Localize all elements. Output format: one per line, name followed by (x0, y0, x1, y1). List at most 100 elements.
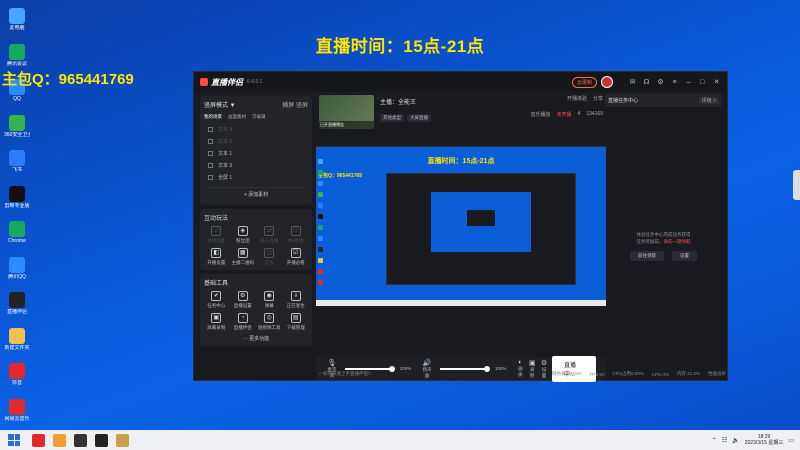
network-icon[interactable]: ☷ (722, 437, 727, 444)
stream-tag[interactable]: 其他类型 (380, 114, 404, 122)
task-message-line: 体验任务中心完成任务获得 (636, 232, 691, 237)
portrait-toggle[interactable]: 竖屏 (296, 103, 308, 109)
add-source-button[interactable]: + 添加素材 (204, 187, 308, 201)
interact-title: 互动玩法 (204, 216, 229, 222)
tool-item[interactable]: ◎ 短视频工具 (257, 313, 282, 331)
tab-material[interactable]: 画面素材 (228, 114, 246, 120)
interact-item[interactable]: ▦ 主播二维码 (231, 248, 256, 266)
claim-button[interactable]: 前往领取 (630, 251, 664, 261)
taskbar-app-icon[interactable] (95, 433, 108, 447)
source-item[interactable]: 文本 3 (204, 159, 308, 171)
desktop-icon[interactable]: 新建文件夹 (4, 327, 30, 351)
desktop-icon[interactable]: Chrome (4, 221, 30, 244)
tool-icon: ◉ (264, 291, 275, 301)
interact-label: PK连线 (288, 238, 304, 243)
notification-icon[interactable]: ▭ (788, 437, 794, 444)
taskbar-app-icon[interactable] (116, 433, 129, 447)
close-icon[interactable]: ✕ (712, 78, 721, 87)
tool-item[interactable]: ◉ 弹幕 (257, 291, 282, 309)
rating-link[interactable]: 评级 > (698, 97, 719, 104)
source-item[interactable]: 文本 4 (204, 123, 308, 135)
tool-icon: ◎ (264, 313, 275, 323)
interact-item[interactable]: ⚇ PK连线 (284, 226, 309, 244)
music-link[interactable]: 音乐播放 (531, 111, 551, 118)
tab-editable[interactable]: 可编辑 (252, 114, 266, 120)
cloud-record-button[interactable]: 云录制 (571, 76, 597, 88)
maximize-icon[interactable]: □ (698, 78, 707, 87)
checkbox-icon[interactable] (208, 150, 213, 156)
interact-label: 主播二维码 (231, 260, 255, 265)
interact-label: 粉丝团 (236, 238, 250, 243)
interact-item[interactable]: ◫ 红包 (257, 248, 282, 266)
desktop-icon[interactable]: 飞书 (4, 150, 30, 173)
stream-preview[interactable]: 直播时间：15点-21点 主包Q：965441769 (316, 146, 606, 306)
desktop-icon[interactable]: 抖音 (4, 363, 30, 386)
checkbox-icon[interactable] (208, 162, 213, 168)
message-icon[interactable]: ✉ (628, 78, 637, 87)
tool-item[interactable]: ▤ 下载管理 (284, 313, 309, 331)
share-link[interactable]: 分享 (593, 95, 603, 102)
source-item[interactable]: 全屏 1 (204, 171, 308, 183)
avatar[interactable] (601, 76, 613, 88)
stream-thumbnail[interactable]: 已开直播预告 (319, 95, 374, 129)
landscape-toggle[interactable]: 横屏 (282, 103, 294, 109)
help-link[interactable]: □ 如何快速上手直播伴侣? (319, 371, 370, 377)
chevron-up-icon[interactable]: ⌃ (712, 437, 717, 444)
tab-my-scene[interactable]: 我的场景 (204, 114, 222, 120)
desktop-icon[interactable]: 360安全卫士 (4, 114, 30, 138)
tool-label: 弹幕 (264, 303, 274, 308)
checkbox-icon[interactable] (208, 174, 213, 180)
support-icon[interactable]: ☊ (642, 78, 651, 87)
interact-item[interactable]: ☑ 开播必看 (284, 248, 309, 266)
taskbar-app-icon[interactable] (74, 433, 87, 447)
tool-item[interactable]: ⇩ 正在发生 (284, 291, 309, 309)
menu-icon[interactable]: ≡ (670, 78, 679, 87)
task-settings-button[interactable]: 设置 (672, 251, 697, 261)
tools-title: 基础工具 (204, 281, 229, 287)
desktop-icon[interactable]: 直播伴侣 (4, 292, 30, 315)
interact-item[interactable]: ♫ 连线连麦 (204, 226, 229, 244)
side-panel-handle[interactable] (793, 170, 800, 200)
stream-tag[interactable]: 大屏直播 (407, 114, 431, 122)
center-area: 已开直播预告 主播：全能王 其他类型 大屏直播 开播体验 分享 音乐播放 未开播… (316, 92, 606, 382)
minimize-icon[interactable]: – (684, 78, 693, 87)
interact-icon: ▦ (237, 248, 248, 258)
interact-item[interactable]: ⇄ 多人连线 (257, 226, 282, 244)
taskbar-app-icon[interactable] (32, 433, 45, 447)
checkbox-icon[interactable] (208, 138, 213, 144)
speaker-icon: 🔊 (422, 359, 432, 367)
mode-select[interactable]: 竖屏模式 ▼ (204, 100, 236, 109)
interact-label: 多人连线 (260, 238, 279, 243)
tool-item[interactable]: ⚙ 直播设置 (231, 291, 256, 309)
source-item[interactable]: 文本 1 (204, 147, 308, 159)
desktop-icon[interactable]: 网易云音乐 (4, 398, 30, 422)
taskbar-app-icon[interactable] (53, 433, 66, 447)
more-functions-button[interactable]: ··· 更多功能 (204, 335, 308, 342)
tool-icon: ⇩ (290, 291, 301, 301)
stream-title[interactable]: 主播：全能王 (380, 97, 503, 106)
tool-item[interactable]: ◔ 直播伴侣 (231, 313, 256, 331)
desktop-icon[interactable]: 此电脑 (4, 8, 30, 31)
claim-link[interactable]: 请先一键领取 (664, 239, 691, 244)
status-item: 性能良好 (708, 371, 726, 376)
desktop-icon[interactable]: 剪映专业版 (4, 185, 30, 209)
interact-card: 互动玩法 ♫ 连线连麦 ◈ 粉丝团 ⇄ 多人连线 ⚇ PK连线 ◧ 开播设置 ▦ 主播二维码 ◫ 红包 ☑ 开… (200, 209, 312, 270)
volume-icon[interactable]: 🔈 (732, 437, 739, 444)
interact-label: 红包 (264, 260, 274, 265)
live-experience-link[interactable]: 开播体验 (567, 95, 587, 102)
status-item: CPU:4% (651, 371, 669, 377)
preview-desktop-icon (318, 192, 323, 197)
source-list: 文本 4 文本 2 文本 1 文本 3 全屏 1 (204, 123, 308, 183)
qq-label: 主包Q：965441769 (2, 71, 134, 88)
live-status: 未开播 (556, 112, 572, 118)
tool-item[interactable]: ▣ 屏幕录制 (204, 313, 229, 331)
interact-item[interactable]: ◧ 开播设置 (204, 248, 229, 266)
clock[interactable]: 18:29 2023/3/15 星期三 (745, 434, 784, 446)
tool-item[interactable]: ✔ 任务中心 (204, 291, 229, 309)
source-item[interactable]: 文本 2 (204, 135, 308, 147)
desktop-icon[interactable]: 腾讯QQ (4, 256, 30, 280)
settings-icon[interactable]: ⚙ (656, 78, 665, 87)
interact-item[interactable]: ◈ 粉丝团 (231, 226, 256, 244)
windows-start-icon[interactable] (8, 434, 20, 446)
checkbox-icon[interactable] (208, 126, 213, 132)
